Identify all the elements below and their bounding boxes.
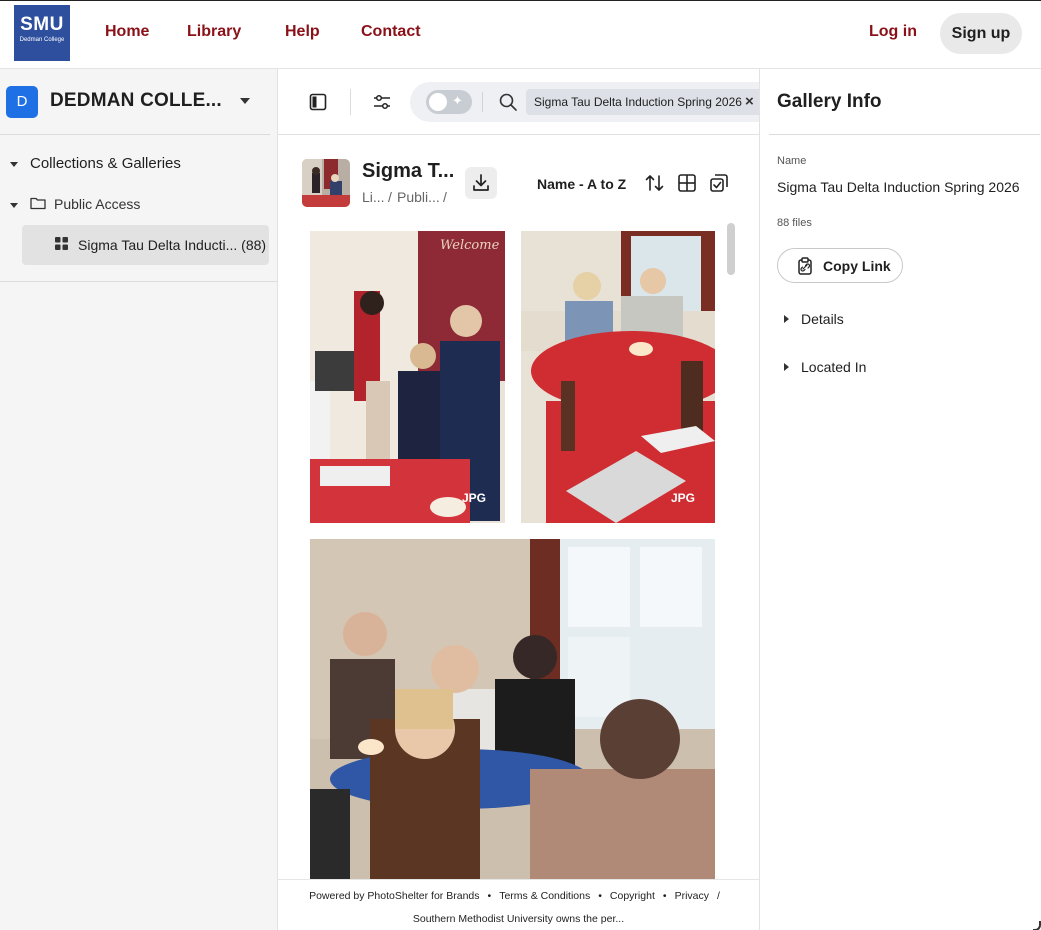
close-icon[interactable]: × <box>745 93 754 110</box>
breadcrumb-library[interactable]: Li... <box>362 189 385 205</box>
divider <box>0 281 278 282</box>
copy-link-button[interactable]: Copy Link <box>777 248 903 283</box>
gallery-info-panel: Gallery Info Name Sigma Tau Delta Induct… <box>759 69 1041 930</box>
sparkle-icon: ✦ <box>452 93 463 108</box>
layout-grid-icon[interactable] <box>677 173 697 193</box>
search-icon[interactable] <box>498 92 518 112</box>
footer-separator: • <box>487 890 492 902</box>
org-name[interactable]: DEDMAN COLLE... <box>50 90 222 112</box>
scrollbar-thumb[interactable] <box>727 223 735 275</box>
filter-icon[interactable] <box>372 92 392 112</box>
download-button[interactable] <box>465 167 497 199</box>
folder-icon <box>30 197 46 210</box>
download-icon <box>473 174 489 191</box>
logo-wordmark: SMU <box>20 14 64 35</box>
chip-label: Sigma Tau Delta Induction Spring 2026 <box>534 95 742 109</box>
footer-privacy-link[interactable]: Privacy <box>675 890 709 902</box>
footer-separator: • <box>598 890 602 902</box>
copy-link-label: Copy Link <box>823 258 891 274</box>
toggle-sidebar-icon[interactable] <box>308 92 328 112</box>
gallery-item-label: Sigma Tau Delta Inducti... (88) <box>78 237 267 253</box>
signup-button[interactable]: Sign up <box>940 13 1022 54</box>
sort-direction-icon[interactable] <box>644 173 666 193</box>
toggle-knob <box>429 93 447 111</box>
footer-terms-link[interactable]: Terms & Conditions <box>499 890 590 902</box>
photo-tile[interactable] <box>310 539 715 879</box>
login-button[interactable]: Log in <box>869 23 917 41</box>
expand-caret-icon[interactable] <box>10 162 18 167</box>
divider <box>350 89 351 115</box>
gallery-title: Sigma T... <box>362 160 455 182</box>
search-filter-chip[interactable]: Sigma Tau Delta Induction Spring 2026 × <box>526 89 760 115</box>
located-in-accordion[interactable]: Located In <box>801 359 866 375</box>
photo-tile[interactable]: JPG <box>521 231 715 523</box>
chevron-down-icon[interactable] <box>240 98 250 104</box>
breadcrumb-separator: / <box>388 189 392 205</box>
divider <box>278 134 759 135</box>
footer-links: Powered by PhotoShelter for Brands • Terms… <box>278 890 759 902</box>
photo-image <box>310 539 715 879</box>
search-bar[interactable]: ✦ Sigma Tau Delta Induction Spring 2026 … <box>410 82 760 122</box>
sidebar: D DEDMAN COLLE... Collections & Gallerie… <box>0 69 278 930</box>
divider <box>0 134 270 135</box>
sort-dropdown[interactable]: Name - A to Z <box>537 176 626 192</box>
footer-ownership-text: Southern Methodist University owns the p… <box>412 913 625 925</box>
file-count: 88 files <box>777 217 812 229</box>
svg-text:Welcome: Welcome <box>440 238 500 253</box>
photo-image: Welcome <box>310 231 505 523</box>
panel-title: Gallery Info <box>777 91 882 112</box>
nav-library[interactable]: Library <box>187 23 241 41</box>
name-label: Name <box>777 155 807 167</box>
tree-item-gallery[interactable]: Sigma Tau Delta Inducti... (88) <box>22 225 269 265</box>
nav-contact[interactable]: Contact <box>361 23 421 41</box>
smu-logo[interactable]: SMU Dedman College <box>14 5 70 61</box>
nav-help[interactable]: Help <box>285 23 320 41</box>
logo-subtitle: Dedman College <box>19 37 65 43</box>
select-multiple-icon[interactable] <box>709 173 729 193</box>
file-type-badge: JPG <box>462 491 487 505</box>
footer-separator: • <box>662 890 667 902</box>
caret-right-icon[interactable] <box>784 363 789 371</box>
tree-item-collections[interactable]: Collections & Galleries <box>30 155 181 172</box>
breadcrumb-separator: / <box>443 189 447 205</box>
photo-tile[interactable]: Welcome JPG <box>310 231 505 523</box>
tree-item-public-access[interactable]: Public Access <box>54 196 140 212</box>
breadcrumb-public-access[interactable]: Publi... <box>397 189 440 205</box>
footer-copyright-link[interactable]: Copyright <box>610 890 655 902</box>
copy-link-icon <box>798 257 812 275</box>
ai-search-toggle[interactable]: ✦ <box>426 90 472 114</box>
divider <box>769 134 1040 135</box>
footer-powered-by[interactable]: Powered by PhotoShelter for Brands <box>309 890 479 902</box>
details-accordion[interactable]: Details <box>801 311 844 327</box>
nav-home[interactable]: Home <box>105 23 149 41</box>
file-type-badge: JPG <box>671 491 696 505</box>
org-avatar[interactable]: D <box>6 86 38 118</box>
gallery-thumbnail <box>302 159 350 207</box>
gallery-name-value: Sigma Tau Delta Induction Spring 2026 <box>777 179 1020 195</box>
footer: Powered by PhotoShelter for Brands • Terms… <box>278 879 759 930</box>
divider <box>482 92 483 112</box>
top-navigation-bar: SMU Dedman College Home Library Help Con… <box>0 1 1041 69</box>
gallery-grid-icon <box>55 237 68 250</box>
caret-right-icon[interactable] <box>784 315 789 323</box>
footer-separator: / <box>717 890 720 902</box>
expand-caret-icon[interactable] <box>10 203 18 208</box>
photo-image <box>521 231 715 523</box>
